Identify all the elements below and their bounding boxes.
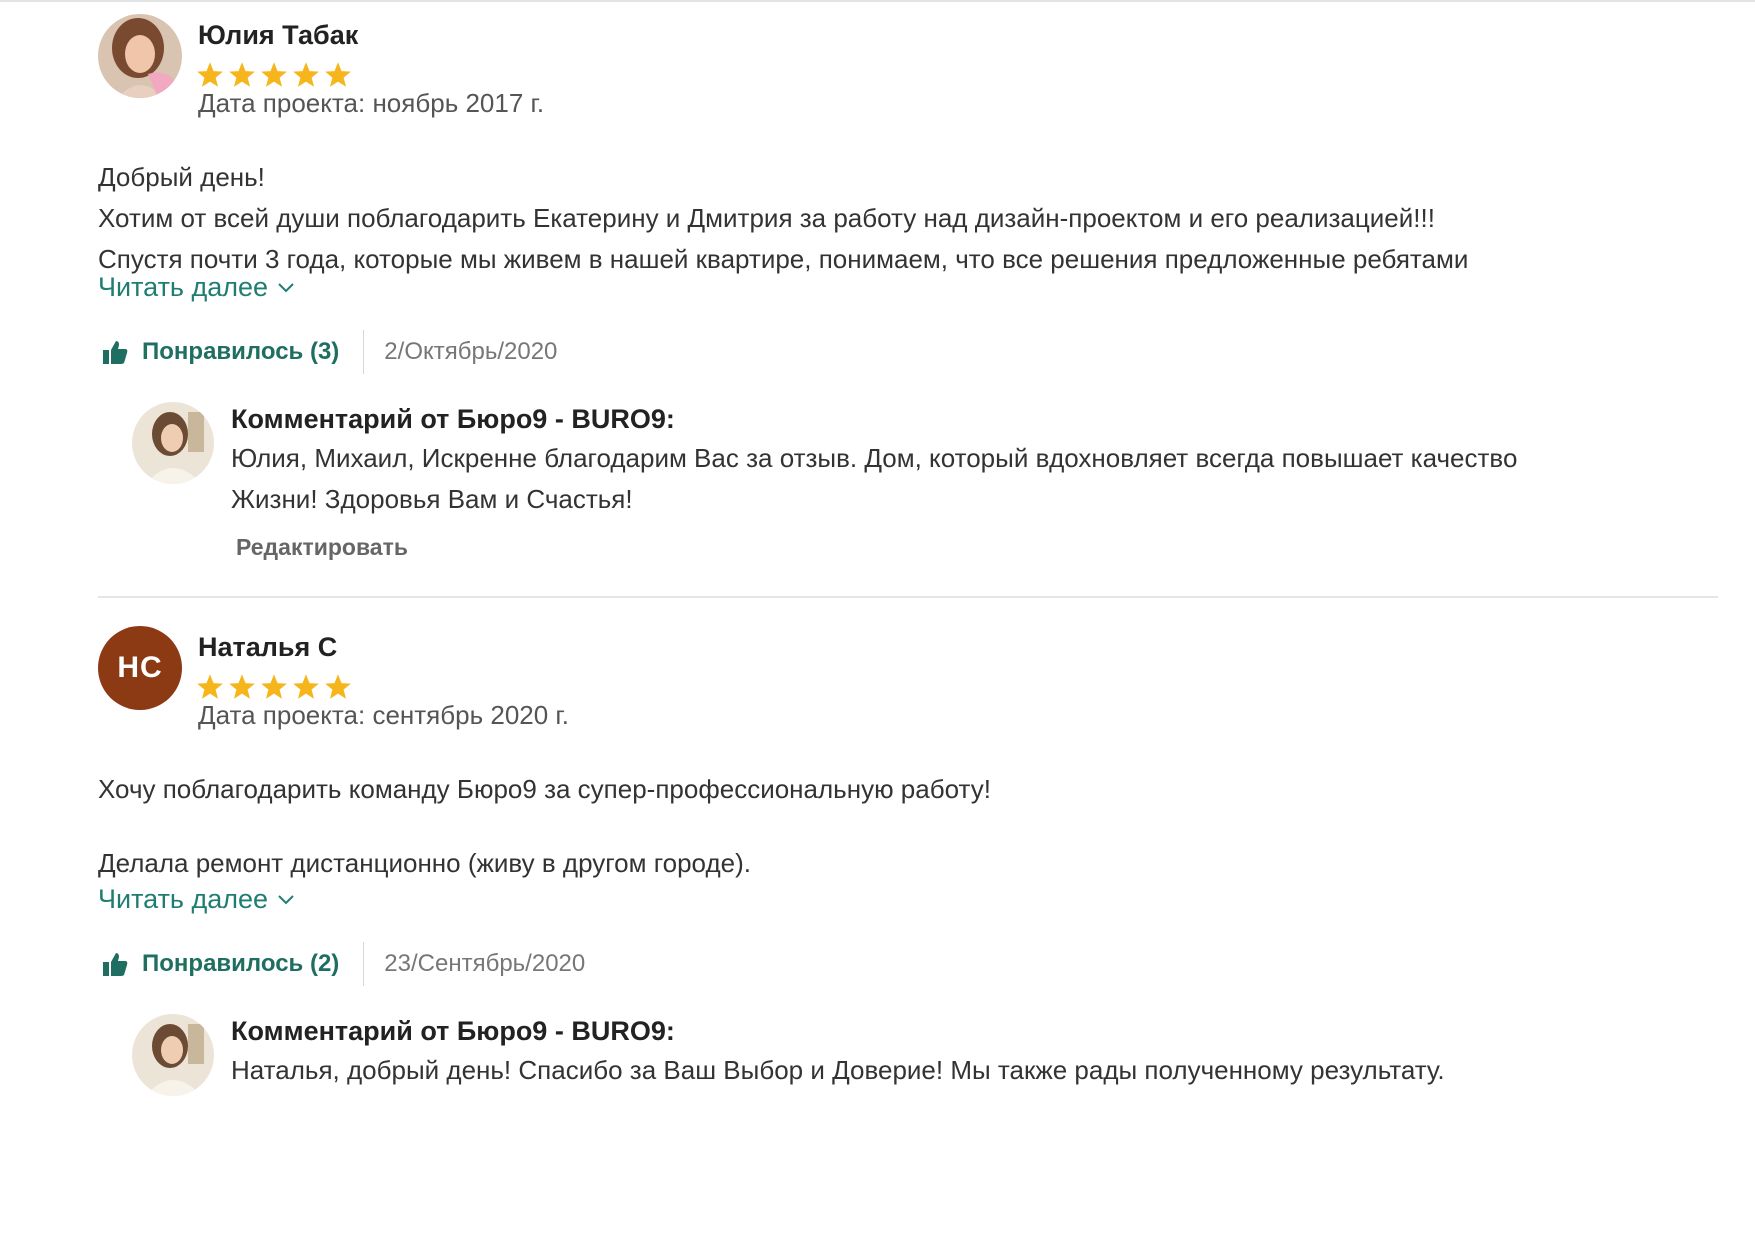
review-date: 23/Сентябрь/2020 [384,950,586,977]
review-divider [98,596,1718,598]
edit-reply-link[interactable]: Редактировать [236,534,408,561]
star-icon [292,61,320,88]
review-text-line [98,810,1738,843]
avatar[interactable] [98,14,182,98]
reply-avatar [132,402,214,484]
review-text-line: Добрый день! [98,162,265,192]
review-date: 2/Октябрь/2020 [384,338,558,365]
review-text: Добрый день! Хотим от всей души поблагод… [98,157,1738,280]
avatar[interactable]: НС [98,626,182,710]
reply-text-line: Жизни! Здоровья Вам и Счастья! [231,484,633,514]
star-icon [260,61,288,88]
avatar-photo-icon [132,1014,214,1096]
chevron-down-icon [278,282,294,292]
thumbs-up-icon [103,341,128,364]
star-icon [228,61,256,88]
top-divider [0,0,1755,2]
reply-text-line: Юлия, Михаил, Искренне благодарим Вас за… [231,443,1518,473]
review-text-line: Хотим от всей души поблагодарить Екатери… [98,203,1435,233]
read-more-label: Читать далее [98,272,269,302]
avatar-photo-icon [98,14,182,98]
review-text-line: Спустя почти 3 года, которые мы живем в … [98,244,1469,274]
star-icon [324,673,352,700]
chevron-down-icon [278,894,294,904]
star-icon [292,673,320,700]
avatar-initials: НС [117,651,163,684]
review-text-line: Хочу поблагодарить команду Бюро9 за супе… [98,774,991,804]
like-count: Понравилось (3) [142,338,340,365]
like-count: Понравилось (2) [142,950,340,977]
project-date: Дата проекта: сентябрь 2020 г. [198,700,569,730]
reply-title: Комментарий от Бюро9 - BURO9: [231,404,675,434]
star-icon [228,673,256,700]
avatar-photo-icon [132,402,214,484]
read-more-link[interactable]: Читать далее [98,884,294,915]
reply-avatar [132,1014,214,1096]
project-date: Дата проекта: ноябрь 2017 г. [198,88,545,118]
review-author[interactable]: Юлия Табак [198,20,358,51]
star-icon [196,673,224,700]
star-rating [196,61,352,88]
review-actions: Понравилось (2) 23/Сентябрь/2020 [102,942,585,986]
thumbs-up-icon [103,953,128,976]
like-button[interactable]: Понравилось (3) [102,338,363,366]
reply-text: Юлия, Михаил, Искренне благодарим Вас за… [231,438,1731,520]
star-rating [196,673,352,700]
like-button[interactable]: Понравилось (2) [102,950,363,978]
review-actions: Понравилось (3) 2/Октябрь/2020 [102,330,557,374]
reply-text-line: Наталья, добрый день! Спасибо за Ваш Выб… [231,1055,1445,1085]
review-text: Хочу поблагодарить команду Бюро9 за супе… [98,769,1738,884]
read-more-link[interactable]: Читать далее [98,272,294,303]
star-icon [196,61,224,88]
star-icon [260,673,288,700]
star-icon [324,61,352,88]
reply-text: Наталья, добрый день! Спасибо за Ваш Выб… [231,1050,1731,1091]
review-text-line: Делала ремонт дистанционно (живу в друго… [98,848,751,878]
review-author[interactable]: Наталья С [198,632,337,663]
read-more-label: Читать далее [98,884,269,914]
reply-title: Комментарий от Бюро9 - BURO9: [231,1016,675,1046]
